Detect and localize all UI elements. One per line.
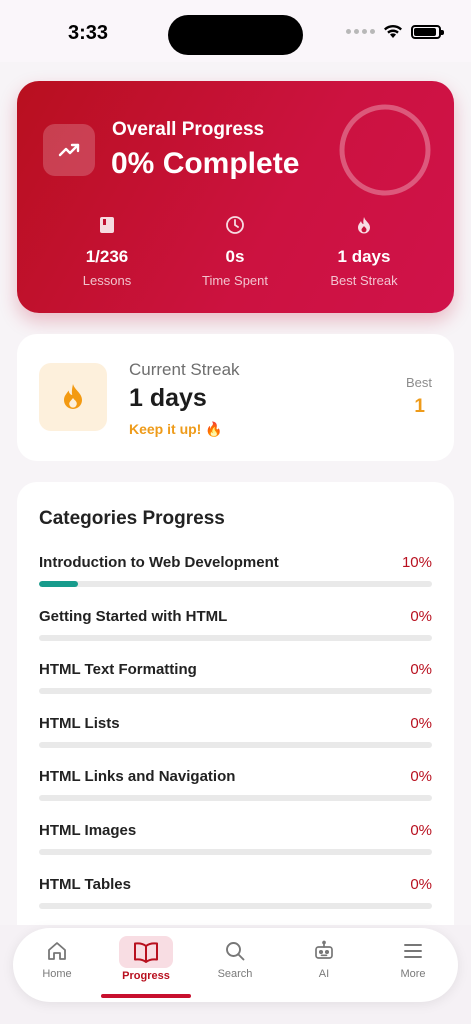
category-name: Getting Started with HTML [39, 607, 228, 625]
category-percent: 0% [410, 661, 432, 679]
category-percent: 0% [410, 768, 432, 786]
nav-ai[interactable]: AI [289, 938, 359, 994]
search-icon [200, 938, 270, 964]
lessons-value: 1/236 [85, 247, 129, 266]
best-streak-label: Best Streak [330, 273, 398, 288]
bottom-nav: Home Progress Search AI More [13, 928, 458, 1002]
nav-home[interactable]: Home [22, 938, 92, 994]
clock-icon [170, 213, 300, 237]
time-spent-value: 0s [225, 247, 245, 266]
category-row[interactable]: HTML Links and Navigation 0% [39, 768, 432, 808]
overall-progress-card: Overall Progress 0% Complete 1/236 Lesso… [17, 81, 454, 313]
category-progress-fill [39, 581, 79, 587]
trending-up-icon [43, 124, 95, 176]
home-icon [22, 938, 92, 964]
category-row[interactable]: HTML Tables 0% [39, 876, 432, 916]
category-name: HTML Tables [39, 875, 131, 893]
category-percent: 0% [410, 822, 432, 839]
streak-flame-icon [39, 363, 107, 431]
status-icons [346, 24, 444, 39]
wifi-icon [384, 24, 402, 38]
nav-more[interactable]: More [378, 938, 448, 994]
menu-icon [378, 938, 448, 964]
dynamic-island [168, 15, 303, 55]
nav-search[interactable]: Search [200, 938, 270, 994]
category-progress-bar [39, 581, 432, 587]
stat-lessons: 1/236 Lessons [42, 213, 172, 288]
overall-progress-title: Overall Progress [112, 119, 265, 140]
category-name: HTML Images [39, 822, 137, 839]
category-row[interactable]: HTML Lists 0% [39, 715, 432, 755]
nav-home-label: Home [42, 968, 72, 980]
categories-progress-card: Categories Progress Introduction to Web … [17, 482, 454, 952]
category-progress-bar [39, 634, 432, 641]
best-streak-value: 1 days [337, 247, 391, 266]
overall-percent: 0% Complete [111, 147, 300, 180]
category-percent: 0% [410, 875, 432, 893]
nav-progress[interactable]: Progress [111, 936, 181, 994]
status-time: 3:33 [68, 22, 109, 44]
best-value: 1 [414, 396, 425, 417]
lessons-label: Lessons [82, 273, 132, 288]
category-name: HTML Lists [39, 714, 120, 732]
categories-title: Categories Progress [39, 508, 225, 529]
signal-icon [346, 29, 375, 34]
stat-time-spent: 0s Time Spent [170, 213, 300, 288]
category-progress-bar [39, 688, 432, 695]
category-name: HTML Links and Navigation [39, 768, 236, 786]
category-row[interactable]: Introduction to Web Development 10% [39, 554, 432, 594]
current-streak-value: 1 days [129, 384, 207, 412]
battery-icon [411, 24, 444, 39]
status-bar: 3:33 [0, 0, 471, 62]
best-label: Best [405, 375, 432, 390]
current-streak-label: Current Streak [129, 360, 240, 379]
active-tab-indicator [101, 994, 191, 998]
progress-ring [339, 104, 431, 196]
category-percent: 0% [410, 607, 432, 625]
category-row[interactable]: Getting Started with HTML 0% [39, 608, 432, 648]
category-row[interactable]: HTML Images 0% [39, 822, 432, 862]
streak-message: Keep it up! 🔥 [129, 421, 223, 437]
time-spent-label: Time Spent [202, 273, 268, 288]
flame-icon [299, 213, 429, 237]
stat-best-streak: 1 days Best Streak [299, 213, 429, 288]
category-name: HTML Text Formatting [39, 661, 197, 679]
category-progress-bar [39, 741, 432, 748]
nav-search-label: Search [217, 968, 253, 980]
nav-more-label: More [400, 968, 426, 980]
robot-icon [289, 938, 359, 964]
category-progress-bar [39, 902, 432, 909]
category-progress-bar [39, 795, 432, 802]
category-name: Introduction to Web Development [39, 554, 279, 571]
category-percent: 0% [410, 714, 432, 732]
open-book-icon [119, 936, 173, 968]
category-row[interactable]: HTML Text Formatting 0% [39, 661, 432, 701]
book-icon [42, 213, 172, 237]
nav-ai-label: AI [318, 968, 330, 980]
category-progress-bar [39, 849, 432, 855]
category-percent: 10% [401, 554, 432, 571]
nav-progress-label: Progress [122, 970, 170, 982]
current-streak-card: Current Streak 1 days Keep it up! 🔥 Best… [17, 334, 454, 461]
